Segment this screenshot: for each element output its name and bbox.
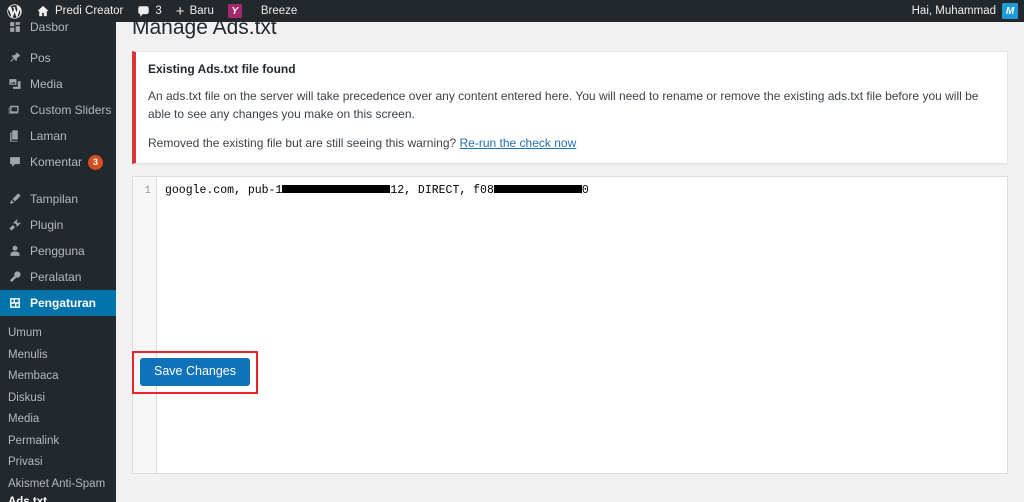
sidebar-item-media[interactable]: Media	[0, 71, 116, 97]
tools-icon	[8, 270, 26, 284]
yoast-icon: Y	[227, 4, 242, 18]
sidebar-item-pengguna[interactable]: Pengguna	[0, 238, 116, 264]
sidebar-item-label: Tampilan	[30, 192, 79, 206]
notice-heading: Existing Ads.txt file found	[148, 62, 296, 76]
sidebar-item-dasbor[interactable]: Dasbor	[0, 22, 116, 34]
sidebar-item-custom-sliders[interactable]: Custom Sliders	[0, 97, 116, 123]
wordpress-logo-icon[interactable]	[0, 0, 29, 22]
greeting-label: Hai, Muhammad	[911, 5, 996, 17]
new-content-menu[interactable]: + Baru	[169, 0, 221, 22]
site-name-menu[interactable]: Predi Creator	[29, 0, 130, 22]
sidebar-item-label: Media	[30, 77, 63, 91]
submenu-item-menulis[interactable]: Menulis	[0, 345, 116, 367]
code-suffix: 0	[581, 184, 589, 198]
line-number: 1	[144, 185, 151, 198]
admin-bar: Predi Creator 3 + Baru Y Breeze Hai, Muh…	[0, 0, 1024, 22]
screen: Predi Creator 3 + Baru Y Breeze Hai, Muh…	[0, 0, 1024, 502]
editor-code-area[interactable]: google.com, pub-1 12, DIRECT, f08 0	[157, 177, 1007, 473]
sidebar-item-label: Komentar	[30, 155, 83, 169]
comments-count: 3	[155, 5, 162, 17]
breeze-label: Breeze	[260, 5, 298, 17]
settings-icon	[8, 296, 26, 310]
save-button-highlight: Save Changes	[132, 351, 259, 394]
dashboard-icon	[8, 22, 26, 34]
code-prefix: google.com, pub-1	[165, 184, 283, 198]
sidebar-item-label: Pengaturan	[30, 296, 97, 310]
breeze-menu[interactable]: Breeze	[249, 0, 304, 22]
admin-sidebar-menu: Dasbor Pos Media Custom Sliders Laman Ko…	[0, 22, 116, 502]
code-mid: 12, DIRECT, f08	[390, 184, 494, 198]
page-title: Manage Ads.txt	[132, 22, 277, 39]
sidebar-item-pos[interactable]: Pos	[0, 45, 116, 71]
main-content: Manage Ads.txt Existing Ads.txt file fou…	[116, 22, 1024, 502]
media-icon	[8, 77, 26, 91]
notice-footer: Removed the existing file but are still …	[148, 134, 995, 152]
avatar: M	[1002, 3, 1018, 19]
site-name-label: Predi Creator	[55, 5, 124, 17]
sidebar-item-label: Custom Sliders	[30, 103, 112, 117]
home-icon	[36, 4, 50, 18]
sidebar-item-plugin[interactable]: Plugin	[0, 212, 116, 238]
submenu-item-permalink[interactable]: Permalink	[0, 431, 116, 453]
sidebar-item-label: Pos	[30, 51, 51, 65]
slides-icon	[8, 103, 26, 117]
menu-separator	[0, 175, 116, 186]
pin-icon	[8, 51, 26, 65]
submenu-item-diskusi[interactable]: Diskusi	[0, 388, 116, 410]
submenu-item-media[interactable]: Media	[0, 409, 116, 431]
comment-count-badge: 3	[88, 154, 104, 170]
sidebar-item-label: Dasbor	[30, 22, 69, 34]
sidebar-item-label: Pengguna	[30, 244, 85, 258]
submenu-item-umum[interactable]: Umum	[0, 323, 116, 345]
redaction-bar-1	[282, 185, 391, 194]
pages-icon	[8, 129, 26, 143]
comment-icon	[8, 155, 26, 169]
sidebar-item-laman[interactable]: Laman	[0, 123, 116, 149]
sidebar-item-tampilan[interactable]: Tampilan	[0, 186, 116, 212]
sidebar-item-komentar[interactable]: Komentar 3	[0, 149, 116, 175]
users-icon	[8, 244, 26, 258]
ads-txt-editor[interactable]: 1 google.com, pub-1 12, DIRECT, f08 0	[132, 176, 1008, 475]
new-content-label: Baru	[189, 5, 214, 17]
sidebar-item-label: Laman	[30, 129, 67, 143]
submenu-item-privasi[interactable]: Privasi	[0, 452, 116, 474]
account-menu[interactable]: Hai, Muhammad M	[912, 0, 1024, 22]
plugin-icon	[8, 218, 26, 232]
settings-submenu: Umum Menulis Membaca Diskusi Media Perma…	[0, 316, 116, 502]
re-run-check-link[interactable]: Re-run the check now	[460, 136, 577, 150]
save-changes-button[interactable]: Save Changes	[140, 358, 251, 386]
comment-bubble-icon	[137, 5, 150, 18]
submenu-item-akismet-anti-spam[interactable]: Akismet Anti-Spam	[0, 474, 116, 496]
submenu-item-membaca[interactable]: Membaca	[0, 366, 116, 388]
existing-file-notice: Existing Ads.txt file found An ads.txt f…	[132, 51, 1008, 165]
sidebar-item-label: Peralatan	[30, 270, 82, 284]
sidebar-item-label: Plugin	[30, 218, 64, 232]
editor-line-gutter: 1	[133, 177, 157, 474]
sidebar-item-peralatan[interactable]: Peralatan	[0, 264, 116, 290]
redaction-bar-2	[493, 185, 582, 194]
notice-body: An ads.txt file on the server will take …	[148, 89, 979, 122]
sidebar-item-pengaturan[interactable]: Pengaturan	[0, 290, 116, 316]
comments-menu[interactable]: 3	[130, 0, 168, 22]
menu-separator	[0, 34, 116, 45]
appearance-icon	[8, 192, 26, 206]
notice-footer-text: Removed the existing file but are still …	[148, 136, 457, 151]
submenu-item-ads-txt[interactable]: Ads.txt	[0, 495, 116, 502]
plus-icon: +	[175, 2, 185, 20]
yoast-seo-menu[interactable]: Y	[221, 0, 249, 22]
